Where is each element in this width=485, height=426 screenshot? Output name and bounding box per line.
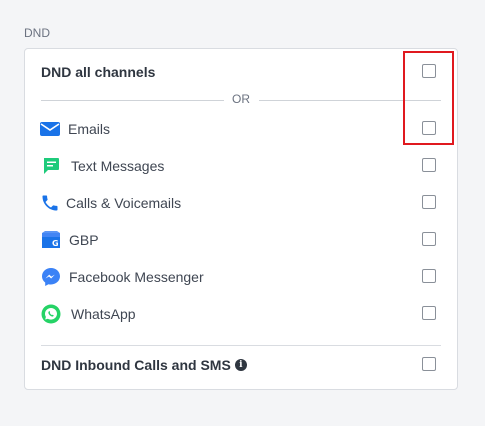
channel-label-gbp: GBP [69,232,99,248]
channel-checkbox-messenger[interactable] [422,269,436,283]
dnd-all-label: DND all channels [41,64,156,80]
svg-text:G: G [52,239,59,248]
channel-row-text-messages[interactable]: Text Messages [25,154,457,178]
or-text: OR [224,92,258,106]
channel-label-text-messages: Text Messages [71,158,165,174]
channel-row-emails[interactable]: Emails [25,117,457,141]
sms-icon [41,156,61,176]
channel-row-whatsapp[interactable]: WhatsApp [25,302,457,326]
dnd-inbound-row[interactable]: DND Inbound Calls and SMS i [25,353,457,377]
highlight-box [403,51,454,145]
section-divider [41,345,441,346]
phone-icon [40,193,60,213]
channel-label-emails: Emails [68,121,111,137]
dnd-settings-card: DND all channels OR Emails Text Messages… [24,48,458,390]
channel-row-gbp[interactable]: G GBP [25,228,457,252]
channel-checkbox-text-messages[interactable] [422,158,436,172]
channel-label-calls: Calls & Voicemails [66,195,182,211]
messenger-icon [41,267,61,287]
mail-icon [40,119,60,139]
dnd-all-row[interactable]: DND all channels [25,60,457,84]
info-icon[interactable]: i [234,359,247,371]
channel-checkbox-calls[interactable] [422,195,436,209]
google-business-icon: G [41,230,61,250]
channel-checkbox-whatsapp[interactable] [422,306,436,320]
channel-checkbox-gbp[interactable] [422,232,436,246]
or-separator: OR [41,92,441,106]
whatsapp-icon [41,304,61,324]
channel-label-whatsapp: WhatsApp [71,306,136,322]
channel-row-calls[interactable]: Calls & Voicemails [25,191,457,215]
channel-row-messenger[interactable]: Facebook Messenger [25,265,457,289]
section-label: DND [24,26,50,40]
dnd-inbound-label: DND Inbound Calls and SMS [41,357,231,373]
channel-label-messenger: Facebook Messenger [69,269,204,285]
dnd-inbound-checkbox[interactable] [422,357,436,371]
